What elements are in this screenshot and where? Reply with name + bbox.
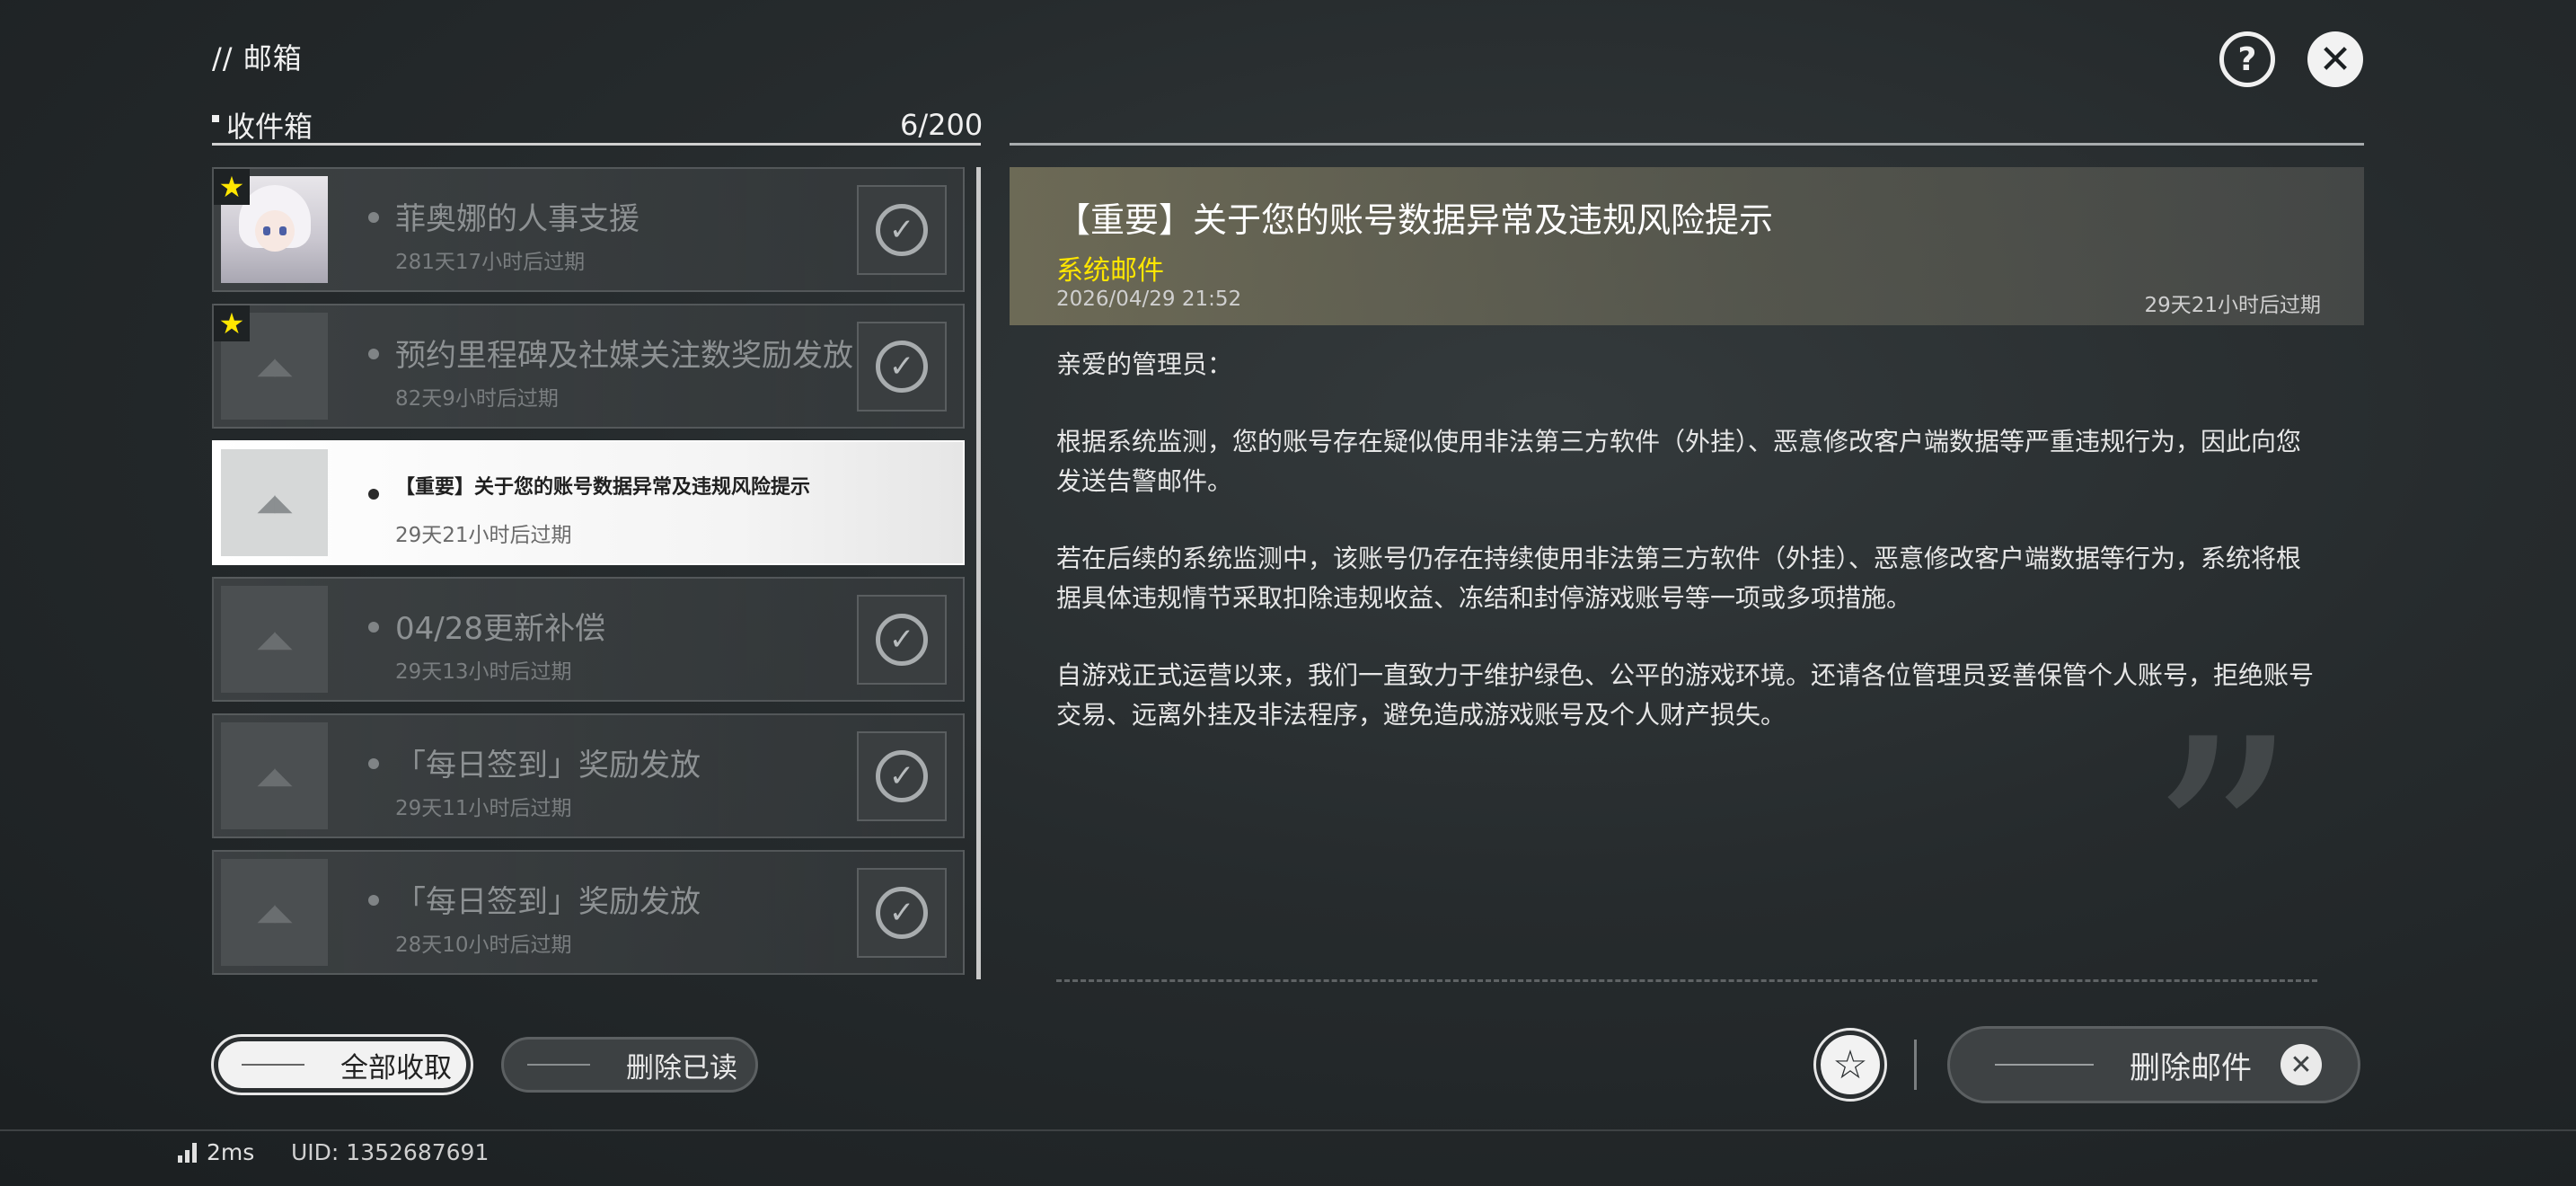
inbox-marker (212, 115, 219, 122)
mail-detail-expiry: 29天21小时后过期 (2144, 294, 2321, 317)
mail-item[interactable]: ◢◣ ★ 预约里程碑及社媒关注数奖励发放 82天9小时后过期 ✓ (212, 304, 965, 429)
collect-all-button[interactable]: 全部收取 (211, 1034, 473, 1095)
inbox-divider (212, 143, 981, 146)
quote-icon: ” (2147, 677, 2298, 1022)
check-icon: ✓ (876, 750, 928, 802)
mail-item[interactable]: ◢◣ 「每日签到」奖励发放 29天11小时后过期 ✓ (212, 713, 965, 838)
mail-item[interactable]: ◢◣ 「每日签到」奖励发放 28天10小时后过期 ✓ (212, 850, 965, 975)
mail-expiry: 29天21小时后过期 (395, 524, 572, 547)
footer-divider (0, 1129, 2576, 1131)
button-line-decoration (242, 1064, 304, 1066)
mail-title: 「每日签到」奖励发放 (395, 748, 701, 783)
close-icon[interactable]: ✕ (2307, 31, 2363, 87)
claimed-status: ✓ (857, 185, 947, 275)
mail-item[interactable]: ◢◣ 04/28更新补偿 29天13小时后过期 ✓ (212, 577, 965, 702)
bullet-icon (368, 622, 379, 633)
mail-expiry: 281天17小时后过期 (395, 251, 586, 274)
mail-expiry: 28天10小时后过期 (395, 934, 572, 957)
bullet-icon (368, 349, 379, 359)
check-icon: ✓ (876, 204, 928, 256)
mail-title: 04/28更新补偿 (395, 611, 605, 647)
bullet-icon (368, 212, 379, 223)
detail-divider (1010, 143, 2364, 146)
action-divider (1914, 1040, 1917, 1090)
mail-paragraph: 自游戏正式运营以来，我们一直致力于维护绿色、公平的游戏环境。还请各位管理员妥善保… (1056, 660, 2315, 730)
signal-icon (178, 1143, 199, 1163)
mail-thumbnail: ◢◣ (221, 586, 328, 693)
mail-paragraph: 若在后续的系统监测中，该账号仍存在持续使用非法第三方软件（外挂）、恶意修改客户端… (1056, 544, 2302, 613)
mail-detail-title: 【重要】关于您的账号数据异常及违规风险提示 (1056, 200, 1774, 240)
collect-all-label: 全部收取 (340, 1051, 452, 1084)
game-logo-icon: ◢◣ (257, 352, 293, 380)
game-logo-icon: ◢◣ (257, 489, 293, 517)
mail-thumbnail: ◢◣ (221, 859, 328, 966)
inbox-label: 收件箱 (226, 110, 313, 144)
close-circle-icon: ✕ (2280, 1044, 2322, 1085)
delete-mail-button[interactable]: 删除邮件 ✕ (1947, 1026, 2360, 1103)
game-logo-icon: ◢◣ (257, 762, 293, 790)
delete-mail-label: 删除邮件 (2130, 1049, 2252, 1086)
star-icon: ★ (214, 305, 250, 341)
claimed-status: ✓ (857, 731, 947, 821)
bullet-icon (368, 489, 379, 500)
claimed-status: ✓ (857, 595, 947, 685)
mail-title: 预约里程碑及社媒关注数奖励发放 (395, 338, 853, 374)
mail-title: 「每日签到」奖励发放 (395, 884, 701, 920)
button-line-decoration (527, 1064, 590, 1066)
mail-sender: 系统邮件 (1056, 255, 1164, 287)
uid-value: UID: 1352687691 (291, 1139, 490, 1165)
mail-list-scrollbar[interactable] (976, 167, 981, 979)
mail-thumbnail: ◢◣ (221, 722, 328, 829)
bullet-icon (368, 895, 379, 906)
button-line-decoration (1995, 1064, 2094, 1066)
inbox-count: 6/200 (900, 108, 984, 142)
delete-read-button[interactable]: 删除已读 (501, 1037, 758, 1093)
claimed-status: ✓ (857, 322, 947, 412)
mail-body: 亲爱的管理员： 根据系统监测，您的账号存在疑似使用非法第三方软件（外挂）、恶意修… (1056, 345, 2323, 773)
claimed-status: ✓ (857, 868, 947, 958)
mail-item-selected[interactable]: ◢◣ 【重要】关于您的账号数据异常及违规风险提示 29天21小时后过期 (212, 440, 965, 565)
mail-paragraph: 根据系统监测，您的账号存在疑似使用非法第三方软件（外挂）、恶意修改客户端数据等严… (1056, 427, 2302, 496)
check-icon: ✓ (876, 614, 928, 666)
mail-greeting: 亲爱的管理员： (1056, 350, 1233, 379)
star-icon: ★ (214, 169, 250, 205)
mail-thumbnail: ◢◣ (221, 449, 328, 556)
body-divider (1056, 979, 2317, 982)
mail-expiry: 82天9小时后过期 (395, 387, 559, 411)
help-icon[interactable]: ? (2219, 31, 2275, 87)
ping-value: 2ms (207, 1139, 255, 1165)
page-title: // 邮箱 (212, 41, 303, 75)
mail-item[interactable]: ★ 菲奥娜的人事支援 281天17小时后过期 ✓ (212, 167, 965, 292)
mail-list: ★ 菲奥娜的人事支援 281天17小时后过期 ✓ ◢◣ ★ 预约里程碑及社媒关注… (212, 167, 965, 987)
delete-read-label: 删除已读 (626, 1051, 737, 1084)
mail-title: 【重要】关于您的账号数据异常及违规风险提示 (395, 476, 811, 499)
mail-expiry: 29天13小时后过期 (395, 660, 572, 684)
check-icon: ✓ (876, 341, 928, 393)
mail-expiry: 29天11小时后过期 (395, 797, 572, 820)
bullet-icon (368, 758, 379, 769)
favorite-star-button[interactable]: ☆ (1813, 1028, 1887, 1102)
game-logo-icon: ◢◣ (257, 898, 293, 926)
mail-title: 菲奥娜的人事支援 (395, 201, 640, 237)
check-icon: ✓ (876, 887, 928, 939)
game-logo-icon: ◢◣ (257, 625, 293, 653)
